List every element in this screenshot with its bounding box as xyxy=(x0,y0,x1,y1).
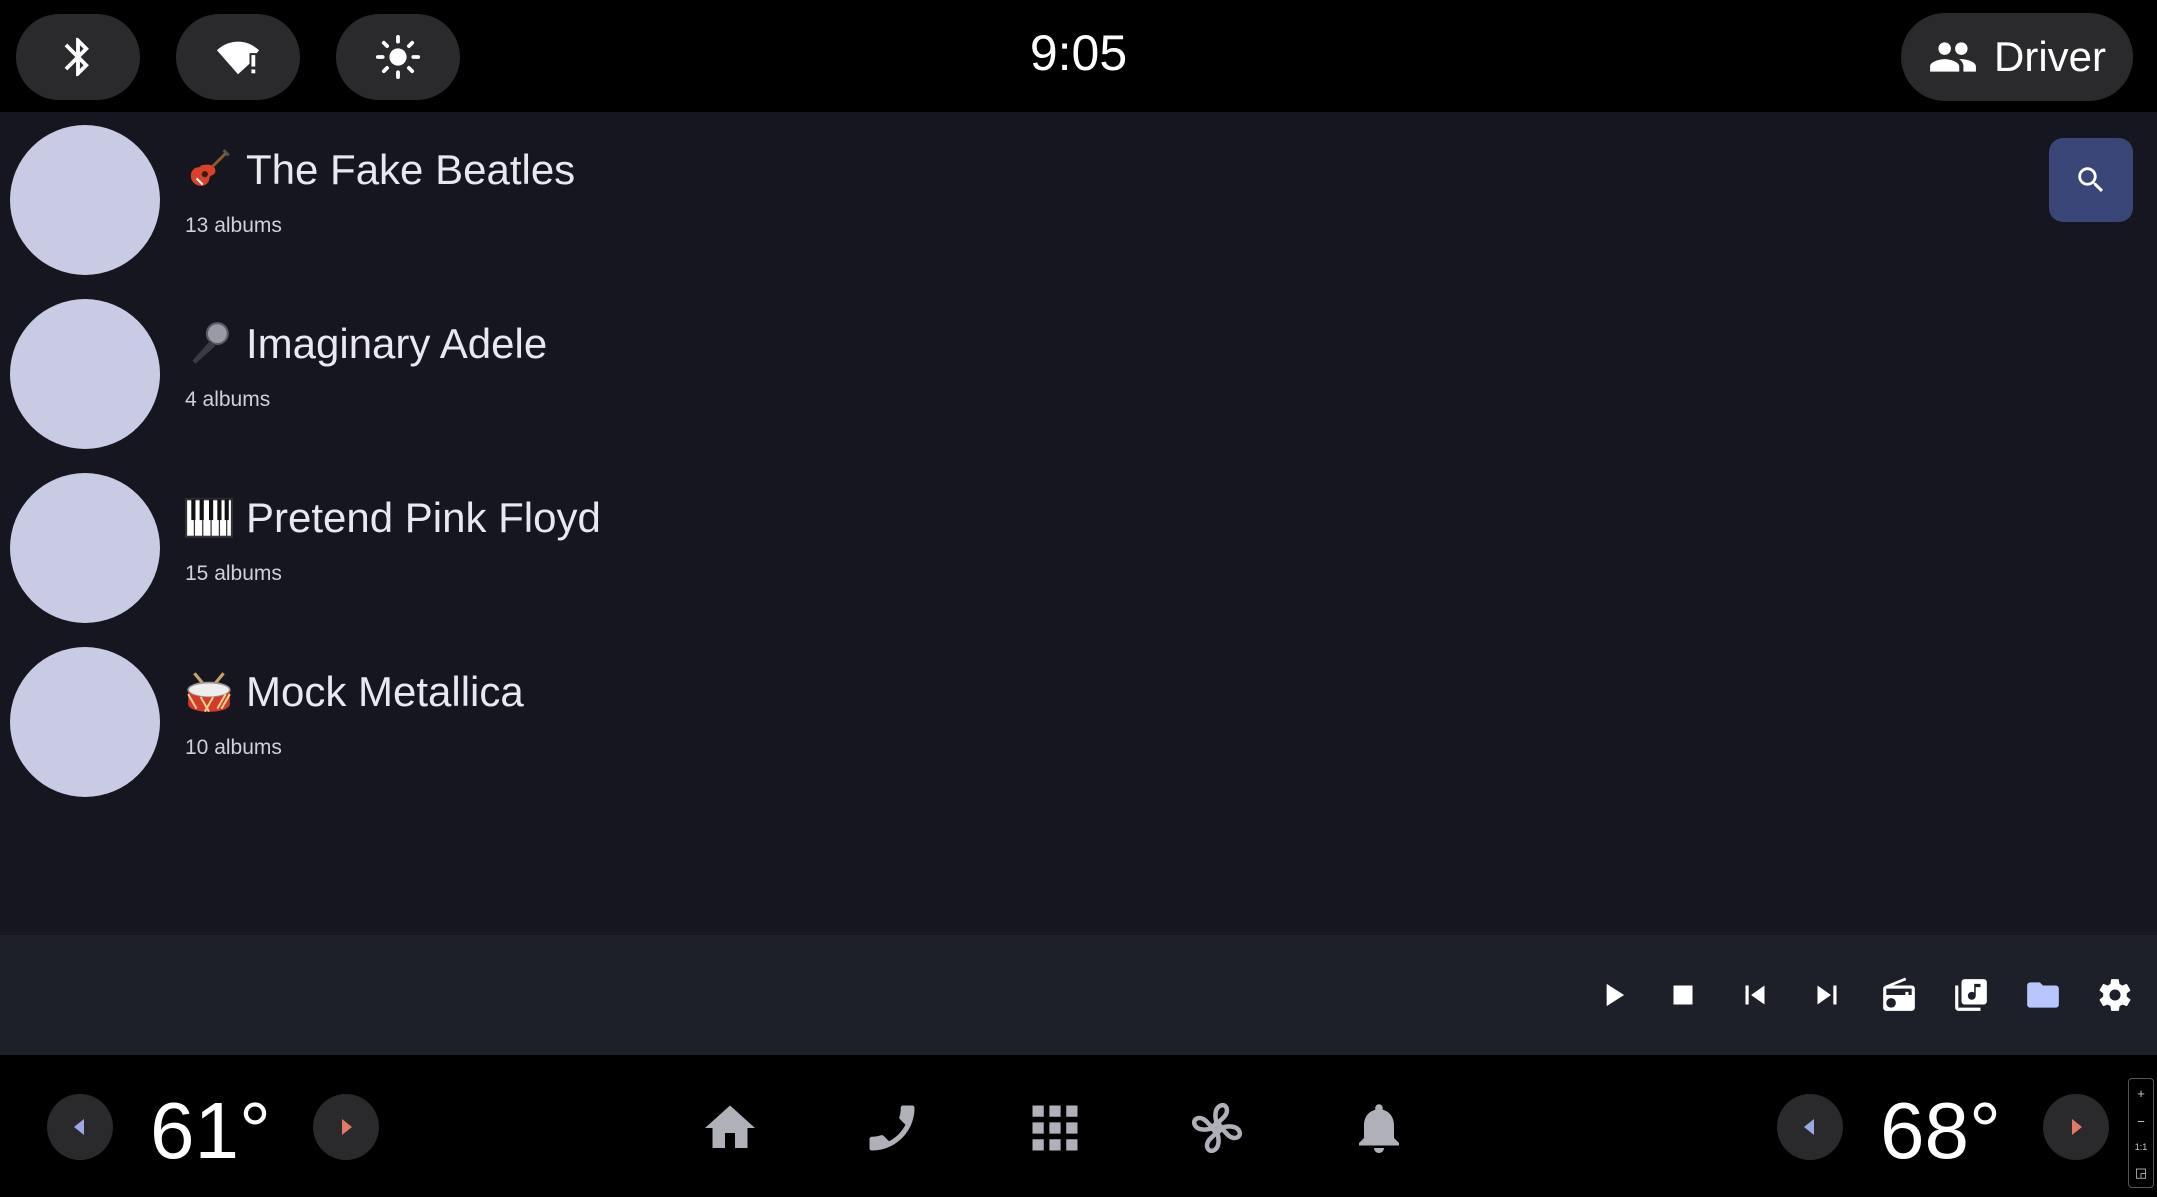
clock-time: 9:05 xyxy=(1029,25,1128,81)
artist-name: Pretend Pink Floyd xyxy=(246,494,601,541)
artist-title: The Fake Beatles xyxy=(184,145,575,195)
hvac-button[interactable] xyxy=(1182,1093,1252,1163)
profile-button[interactable]: Driver xyxy=(1901,13,2133,101)
brightness-icon xyxy=(375,34,421,80)
left-temp-decrease-button[interactable] xyxy=(47,1094,113,1160)
next-button[interactable] xyxy=(1799,967,1855,1023)
skip-previous-icon xyxy=(1745,985,1765,1005)
avatar xyxy=(10,473,160,623)
stop-button[interactable] xyxy=(1655,967,1711,1023)
play-button[interactable] xyxy=(1585,967,1641,1023)
library-music-icon xyxy=(1955,979,1987,1011)
folder-icon xyxy=(2027,982,2059,1008)
album-count: 4 albums xyxy=(185,388,271,411)
arrow-right-icon xyxy=(2072,1119,2082,1135)
search-button[interactable] xyxy=(2049,138,2133,222)
phone-button[interactable] xyxy=(857,1093,927,1163)
media-control-bar xyxy=(0,935,2157,1055)
brightness-button[interactable] xyxy=(336,14,460,100)
artist-title: Mock Metallica xyxy=(184,667,524,717)
radio-icon xyxy=(1883,977,1915,1011)
folder-button[interactable] xyxy=(2015,967,2071,1023)
arrow-left-icon xyxy=(74,1119,84,1135)
artist-title: Imaginary Adele xyxy=(184,319,547,369)
artist-name: Imaginary Adele xyxy=(246,320,548,367)
album-count: 10 albums xyxy=(185,736,282,759)
guitar-icon xyxy=(190,149,230,186)
artist-title: Pretend Pink Floyd xyxy=(184,493,601,543)
arrow-right-icon xyxy=(342,1119,352,1135)
left-temp-increase-button[interactable] xyxy=(313,1094,379,1160)
library-button[interactable] xyxy=(1943,967,1999,1023)
phone-icon xyxy=(869,1105,915,1151)
right-temperature[interactable]: 68° xyxy=(1880,1085,2001,1177)
search-icon xyxy=(2078,167,2104,193)
wifi-button[interactable] xyxy=(176,14,300,100)
previous-button[interactable] xyxy=(1727,967,1783,1023)
settings-button[interactable] xyxy=(2087,967,2143,1023)
avatar xyxy=(10,647,160,797)
album-count: 15 albums xyxy=(185,562,282,585)
right-temp-increase-button[interactable] xyxy=(2043,1094,2109,1160)
stop-icon xyxy=(1673,985,1693,1005)
radio-button[interactable] xyxy=(1871,967,1927,1023)
notification-bell-icon xyxy=(1359,1104,1399,1153)
home-button[interactable] xyxy=(695,1093,765,1163)
avatar xyxy=(10,125,160,275)
artist-name: Mock Metallica xyxy=(246,668,524,715)
settings-icon xyxy=(2099,979,2131,1011)
zoom-fit-button[interactable]: ◲ xyxy=(2135,1165,2147,1181)
app-launcher-button[interactable] xyxy=(1020,1093,1090,1163)
zoom-controls: + − 1:1 ◲ xyxy=(2128,1078,2154,1188)
bluetooth-button[interactable] xyxy=(16,14,140,100)
play-icon xyxy=(1606,983,1625,1007)
notifications-button[interactable] xyxy=(1344,1093,1414,1163)
skip-next-icon xyxy=(1817,985,1837,1005)
left-temperature[interactable]: 61° xyxy=(150,1085,271,1177)
zoom-in-button[interactable]: + xyxy=(2137,1086,2145,1101)
bluetooth-icon xyxy=(64,37,89,77)
artist-row[interactable]: Imaginary Adele 4 albums xyxy=(0,299,1300,467)
clock: 9:05 xyxy=(0,24,2157,82)
app-grid-icon xyxy=(1032,1105,1078,1151)
album-count: 13 albums xyxy=(185,214,282,237)
wifi-alert-icon xyxy=(216,41,260,75)
artist-row[interactable]: Pretend Pink Floyd 15 albums xyxy=(0,473,1300,641)
artist-row[interactable]: The Fake Beatles 13 albums xyxy=(0,125,1300,293)
arrow-left-icon xyxy=(1804,1119,1814,1135)
system-nav-bar: 61° 68° + − 1:1 ◲ xyxy=(0,1055,2157,1197)
status-bar: 9:05 Driver xyxy=(0,0,2157,112)
profile-label: Driver xyxy=(1994,33,2106,80)
fan-icon xyxy=(1191,1102,1243,1154)
drum-icon xyxy=(187,672,231,713)
artist-list-panel: The Fake Beatles 13 albums Imaginary Ade… xyxy=(0,112,2157,935)
right-temp-decrease-button[interactable] xyxy=(1777,1094,1843,1160)
piano-keys-icon xyxy=(185,498,233,538)
zoom-out-button[interactable]: − xyxy=(2137,1114,2145,1129)
avatar xyxy=(10,299,160,449)
artist-row[interactable]: Mock Metallica 10 albums xyxy=(0,647,1300,815)
home-icon xyxy=(705,1105,755,1148)
people-icon xyxy=(1930,42,1976,72)
artist-name: The Fake Beatles xyxy=(246,146,576,193)
microphone-icon xyxy=(192,322,229,364)
zoom-reset-button[interactable]: 1:1 xyxy=(2135,1142,2148,1152)
